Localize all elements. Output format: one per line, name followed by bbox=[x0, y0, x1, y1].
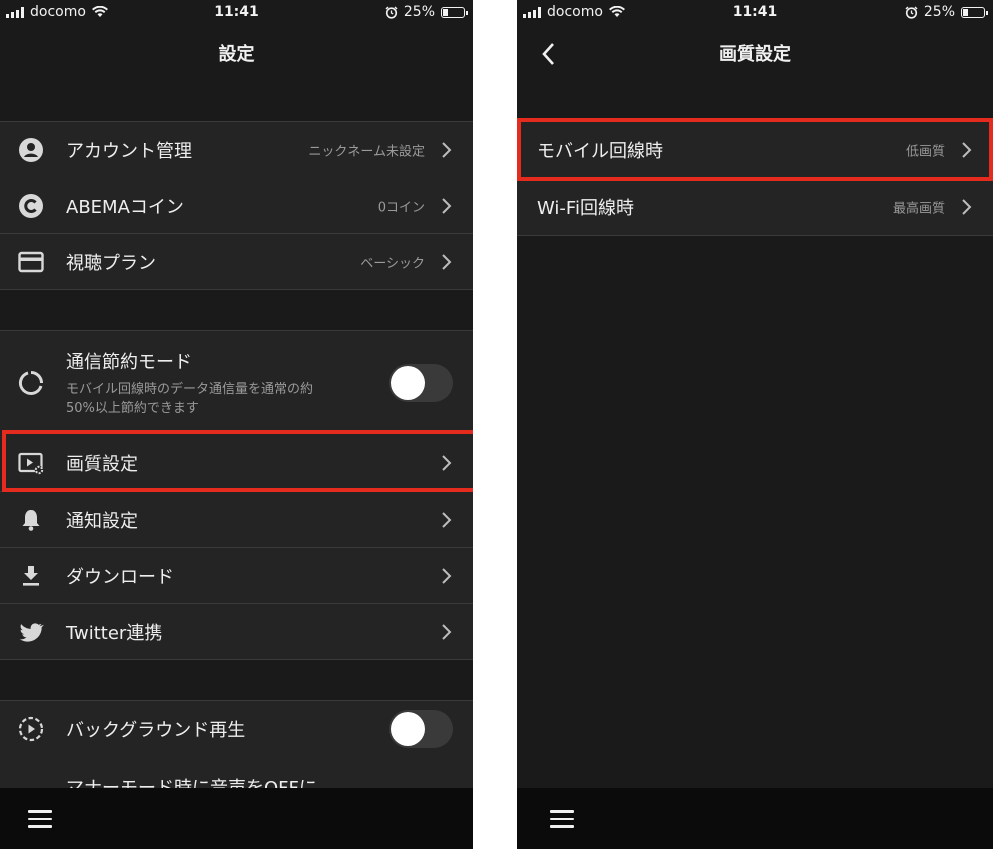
twitter-icon bbox=[19, 622, 44, 642]
row-label: Twitter連携 bbox=[66, 622, 163, 644]
background-play-toggle[interactable] bbox=[389, 710, 453, 748]
row-label: 通信節約モード bbox=[66, 352, 192, 373]
settings-screen: docomo 11:41 25% 設定 アカウント管理 ニックネーム未設定 AB… bbox=[0, 0, 473, 849]
alarm-icon bbox=[385, 5, 398, 19]
row-label: アカウント管理 bbox=[66, 141, 192, 162]
status-bar: docomo 11:41 25% bbox=[517, 0, 993, 26]
bottom-bar bbox=[517, 788, 993, 849]
chevron-right-icon bbox=[962, 198, 972, 215]
video-settings-icon bbox=[18, 452, 44, 475]
chevron-right-icon bbox=[442, 623, 452, 640]
abema-coin-row[interactable]: ABEMAコイン 0コイン bbox=[0, 178, 473, 234]
row-label: 画質設定 bbox=[66, 454, 138, 475]
chevron-right-icon bbox=[442, 511, 452, 528]
bottom-bar bbox=[0, 788, 473, 849]
row-label: Wi-Fi回線時 bbox=[537, 197, 634, 219]
row-label: ABEMAコイン bbox=[66, 196, 184, 218]
data-saver-toggle[interactable] bbox=[389, 364, 453, 402]
description-line: 50%以上節約できます bbox=[66, 401, 199, 416]
bell-icon bbox=[22, 509, 40, 531]
hamburger-menu-icon[interactable] bbox=[28, 810, 52, 828]
background-play-icon bbox=[18, 716, 44, 742]
row-label: バックグラウンド再生 bbox=[66, 720, 246, 741]
chevron-right-icon bbox=[442, 567, 452, 584]
download-icon bbox=[23, 565, 39, 586]
credit-card-icon bbox=[18, 251, 44, 272]
twitter-link-row[interactable]: Twitter連携 bbox=[0, 604, 473, 660]
battery-icon bbox=[441, 6, 468, 18]
row-label: 視聴プラン bbox=[66, 252, 156, 274]
row-value: ニックネーム未設定 bbox=[308, 144, 425, 160]
account-circle-icon bbox=[19, 138, 43, 162]
chevron-right-icon bbox=[442, 455, 452, 471]
row-label: モバイル回線時 bbox=[537, 140, 663, 162]
notification-settings-row[interactable]: 通知設定 bbox=[0, 492, 473, 548]
row-value: 0コイン bbox=[377, 200, 425, 215]
row-value: ベーシック bbox=[360, 256, 425, 271]
toggle-knob bbox=[391, 366, 425, 400]
viewing-plan-row[interactable]: 視聴プラン ベーシック bbox=[0, 234, 473, 290]
data-saver-row: 通信節約モード モバイル回線時のデータ通信量を通常の約 50%以上節約できます bbox=[0, 330, 473, 436]
row-label: ダウンロード bbox=[66, 566, 174, 588]
row-value: 低画質 bbox=[905, 144, 945, 159]
wifi-quality-row[interactable]: Wi-Fi回線時 最高画質 bbox=[517, 178, 993, 236]
alarm-icon bbox=[905, 5, 918, 19]
row-label: 通知設定 bbox=[66, 510, 138, 532]
chevron-right-icon bbox=[442, 253, 452, 270]
toggle-knob bbox=[391, 712, 425, 746]
hamburger-menu-icon[interactable] bbox=[550, 810, 574, 828]
page-title: 画質設定 bbox=[719, 44, 791, 65]
battery-percent: 25% bbox=[923, 4, 955, 20]
chevron-right-icon bbox=[962, 141, 972, 158]
description-line: モバイル回線時のデータ通信量を通常の約 bbox=[66, 382, 314, 397]
status-bar: docomo 11:41 25% bbox=[0, 0, 473, 26]
battery-percent: 25% bbox=[403, 4, 435, 20]
row-value: 最高画質 bbox=[892, 201, 945, 216]
quality-settings-row[interactable]: 画質設定 bbox=[0, 435, 473, 492]
page-title: 設定 bbox=[218, 44, 255, 65]
data-saver-icon bbox=[18, 371, 43, 395]
coin-icon bbox=[19, 193, 43, 218]
background-play-row: バックグラウンド再生 bbox=[0, 700, 473, 758]
data-saver-description: モバイル回線時のデータ通信量を通常の約 50%以上節約できます bbox=[66, 380, 313, 418]
download-row[interactable]: ダウンロード bbox=[0, 548, 473, 604]
mobile-network-quality-row[interactable]: モバイル回線時 低画質 bbox=[517, 120, 993, 179]
account-management-row[interactable]: アカウント管理 ニックネーム未設定 bbox=[0, 121, 473, 179]
chevron-right-icon bbox=[442, 142, 452, 158]
chevron-right-icon bbox=[442, 197, 452, 214]
battery-icon bbox=[961, 6, 988, 18]
quality-settings-screen: docomo 11:41 25% 画質設定 モバイル回線時 低画質 Wi-Fi回… bbox=[517, 0, 993, 849]
